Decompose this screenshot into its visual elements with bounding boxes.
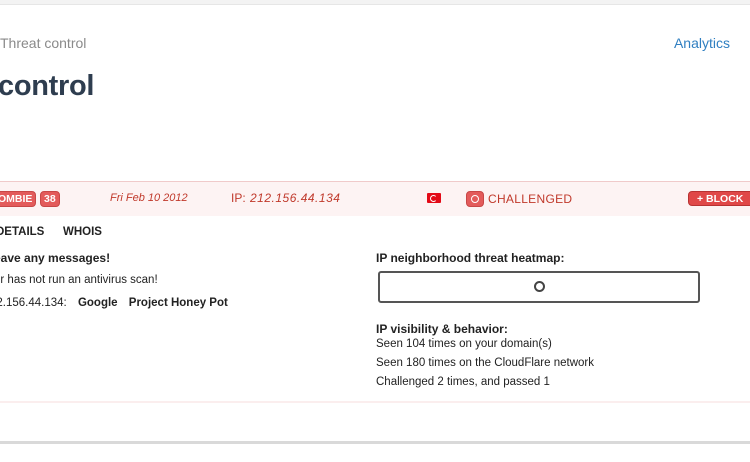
heatmap-marker-icon [534, 281, 545, 292]
page-title: control [0, 70, 95, 102]
threat-row-header[interactable]: OMBIE 38 Fri Feb 10 2012 IP: 212.156.44.… [0, 181, 750, 217]
top-border [0, 0, 750, 5]
ip-address: 212.156.44.134 [250, 191, 341, 205]
stat-domain-seen: Seen 104 times on your domain(s) [376, 338, 552, 350]
bottom-border [0, 441, 750, 444]
threat-heatmap [378, 271, 700, 303]
ip-lookup-links: 12.156.44.134: Google Project Honey Pot [0, 297, 228, 309]
threat-type-badge: OMBIE [0, 191, 37, 207]
ip-label: IP: [231, 191, 246, 205]
stat-challenged: Challenged 2 times, and passed 1 [376, 376, 550, 388]
threat-detail-area: DETAILS WHOIS eave any messages! or has … [0, 216, 750, 401]
challenge-icon [466, 191, 484, 207]
flag-tr-icon [427, 193, 441, 203]
tab-details[interactable]: DETAILS [0, 226, 44, 238]
block-button[interactable]: + BLOCK [688, 191, 750, 206]
heatmap-heading: IP neighborhood threat heatmap: [376, 251, 565, 265]
threat-count-badge: 38 [40, 191, 60, 207]
details-heading: eave any messages! [0, 251, 111, 265]
tab-whois[interactable]: WHOIS [63, 226, 102, 238]
ip-fragment: 12.156.44.134: [0, 297, 67, 309]
analytics-link[interactable]: Analytics [674, 35, 730, 51]
visibility-heading: IP visibility & behavior: [376, 322, 508, 336]
project-honey-pot-link[interactable]: Project Honey Pot [129, 297, 228, 309]
stat-network-seen: Seen 180 times on the CloudFlare network [376, 357, 594, 369]
google-link[interactable]: Google [78, 297, 118, 309]
status-label: CHALLENGED [488, 192, 573, 206]
details-text: or has not run an antivirus scan! [0, 274, 158, 286]
threat-panel: OMBIE 38 Fri Feb 10 2012 IP: 212.156.44.… [0, 181, 750, 403]
breadcrumb[interactable]: Threat control [0, 35, 86, 51]
threat-date: Fri Feb 10 2012 [110, 192, 188, 204]
